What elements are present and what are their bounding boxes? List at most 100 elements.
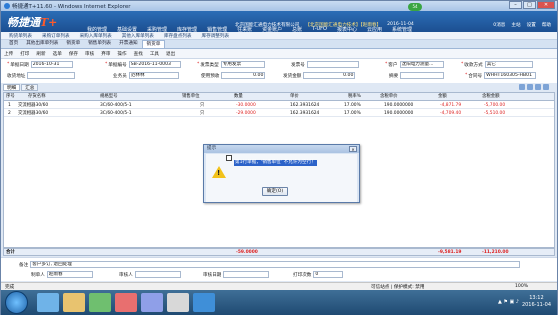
quick-link-1[interactable]: 采购订单列表	[42, 33, 70, 39]
document-toolbar: 上传 打印 刷新 选单 保存 审核 弃审 操作 查找 工具 退出	[1, 49, 557, 59]
contract-input[interactable]: WHHT160305-HB01	[484, 72, 537, 79]
grid-tool-icons	[517, 84, 549, 90]
quick-link-3[interactable]: 其他入库单列表	[122, 33, 154, 39]
exp-amount-field: 发货金额 0.00	[283, 72, 356, 79]
salesman-input[interactable]: 范林林	[128, 72, 179, 79]
audit-date-field: 审核日期	[203, 271, 270, 278]
tab-summary[interactable]: 汇总	[21, 84, 39, 91]
company-name: 北京国能汇通电力技术有限公司	[235, 23, 300, 28]
media-taskbar-icon[interactable]	[89, 293, 111, 312]
upload-button[interactable]: 上传	[4, 51, 13, 57]
total-qty: -59.0000	[236, 250, 258, 255]
quick-link-4[interactable]: 库存盘点列表	[164, 33, 192, 39]
exp-amount-input[interactable]: 0.00	[303, 72, 356, 79]
tab-sales-delivery-active[interactable]: 销货单	[141, 40, 166, 48]
home-link[interactable]: 主站	[511, 22, 520, 28]
quick-links-bar: 购货单列表 采购订单列表 采购入库单列表 其他入库单列表 库存盘点列表 库存调整…	[1, 32, 557, 40]
summary-input[interactable]	[400, 72, 445, 79]
doc-no-input[interactable]: SB-2016-11-0003	[128, 61, 181, 68]
tab-other-outbound-list[interactable]: 其他出库单列表	[22, 40, 62, 48]
tools-button[interactable]: 工具	[150, 51, 159, 57]
recv-address-field: 收货地址	[7, 72, 76, 79]
customer-input[interactable]: 沈阳电力测量...	[399, 61, 444, 68]
document-header-form: * 单据日期 2016-10-31 * 单据编号 SB-2016-11-0003 *…	[1, 59, 557, 83]
window-title: 畅捷通T+11.60 - Windows Internet Explorer	[12, 4, 131, 10]
delete-row-icon[interactable]	[535, 84, 541, 90]
grid-header: 序号 存货名称 规格型号 销售单位 数量 单价 税率% 含税单价 金额 含税金额	[4, 93, 554, 101]
dialog-message: 第1行单据，‘销售单位’ 不允许为空行！	[234, 160, 317, 166]
start-button[interactable]	[5, 291, 28, 314]
taskbar-clock[interactable]: 13:12 2016-11-04	[522, 295, 551, 309]
auditor-input	[134, 271, 181, 278]
total-label: 合计	[6, 250, 15, 255]
zoom-level[interactable]: 100%	[515, 284, 528, 289]
system-tray[interactable]: ▲ ⚑ ▣ ♪	[498, 299, 519, 305]
doc-date-field: * 单据日期 2016-10-31	[7, 61, 73, 68]
operate-button[interactable]: 操作	[117, 51, 126, 57]
app-header: 畅捷通T+ 我的管理 基础设置 采购管理 库存管理 销售管理 往来账 资金账户 …	[1, 11, 557, 33]
body-tabs: 明细 汇总	[3, 84, 39, 91]
col-qty: 数量	[234, 94, 243, 99]
doc-no-field: * 单据编号 SB-2016-11-0003	[105, 61, 181, 68]
ie-taskbar-icon[interactable]	[37, 293, 59, 312]
recv-method-select[interactable]: 其它	[484, 61, 533, 68]
maker-field: 制单人 赵雨春	[31, 271, 93, 278]
refresh-button[interactable]: 刷新	[36, 51, 45, 57]
doc-date-input[interactable]: 2016-10-31	[30, 61, 73, 68]
message-link[interactable]: 0消息	[493, 22, 505, 28]
insert-row-icon[interactable]	[527, 84, 533, 90]
remark-input[interactable]: 客户多订, 退回处理	[30, 261, 521, 268]
app-logo: 畅捷通T+	[7, 16, 58, 29]
notification-badge[interactable]: 54	[408, 3, 422, 11]
total-amount: -9,581.19	[438, 250, 462, 255]
audit-button[interactable]: 审核	[85, 51, 94, 57]
explorer-taskbar-icon[interactable]	[63, 293, 85, 312]
quick-link-2[interactable]: 采购入库单列表	[80, 33, 112, 39]
col-tax-rate: 税率%	[348, 94, 361, 99]
invoice-type-field: * 发票类型 专用发票	[197, 61, 265, 68]
app-taskbar-icon[interactable]	[167, 293, 189, 312]
table-row[interactable]: 1 交流相器30/60 3C/60-400/5-1 只 -30.0000 162…	[4, 102, 554, 109]
col-index: 序号	[6, 94, 15, 99]
col-tax-price: 含税单价	[380, 94, 398, 99]
col-price: 单价	[290, 94, 299, 99]
print-count-field: 打印次数 0	[293, 271, 344, 278]
app-taskbar-icon[interactable]	[141, 293, 163, 312]
tab-sales-delivery[interactable]: 销货单	[62, 40, 84, 48]
add-row-icon[interactable]	[519, 84, 525, 90]
tab-home[interactable]: 首页	[5, 40, 22, 48]
close-button[interactable]: ✕	[537, 1, 555, 9]
invoice-no-input[interactable]	[306, 61, 359, 68]
ie-icon	[4, 3, 10, 9]
minimize-button[interactable]: –	[509, 1, 522, 9]
quick-link-5[interactable]: 库存调整列表	[201, 33, 229, 39]
quick-link-0[interactable]: 购货单列表	[9, 33, 32, 39]
exit-button[interactable]: 退出	[166, 51, 175, 57]
remark-field: 备注 客户多订, 退回处理	[19, 261, 521, 268]
table-row[interactable]: 2 交流相器30/60 3C/60-400/5-1 只 -29.0000 162…	[4, 110, 554, 117]
find-button[interactable]: 查找	[134, 51, 143, 57]
invoice-type-select[interactable]: 专用发票	[220, 61, 265, 68]
maximize-button[interactable]: □	[523, 1, 536, 9]
tab-invoice-notice[interactable]: 开票通知	[115, 40, 141, 48]
recv-address-input[interactable]	[27, 72, 76, 79]
tab-sales-list[interactable]: 销售单列表	[84, 40, 115, 48]
column-settings-icon[interactable]	[543, 84, 549, 90]
select-button[interactable]: 选单	[53, 51, 62, 57]
print-button[interactable]: 打印	[20, 51, 29, 57]
settings-link[interactable]: 设置	[527, 22, 536, 28]
unaudit-button[interactable]: 弃审	[101, 51, 110, 57]
ok-button[interactable]: 确定(O)	[262, 187, 288, 196]
dialog-close-icon[interactable]: ✕	[349, 146, 357, 152]
company-info: 北京国能汇通电力技术有限公司 【北京国能汇通电力技术】【赵雨春】 2016-11…	[235, 22, 420, 28]
app-taskbar-icon[interactable]	[193, 293, 215, 312]
save-button[interactable]: 保存	[69, 51, 78, 57]
app-taskbar-icon[interactable]	[115, 293, 137, 312]
print-count-input: 0	[313, 271, 344, 278]
help-link[interactable]: 帮助	[542, 22, 551, 28]
use-prepay-input[interactable]: 0.00	[221, 72, 266, 79]
page-tabs: 首页 其他出库单列表 销货单 销售单列表 开票通知 销货单	[1, 40, 557, 49]
tab-detail[interactable]: 明细	[3, 84, 21, 91]
auditor-field: 审核人	[119, 271, 181, 278]
use-prepay-field: 使用预收 0.00	[201, 72, 266, 79]
